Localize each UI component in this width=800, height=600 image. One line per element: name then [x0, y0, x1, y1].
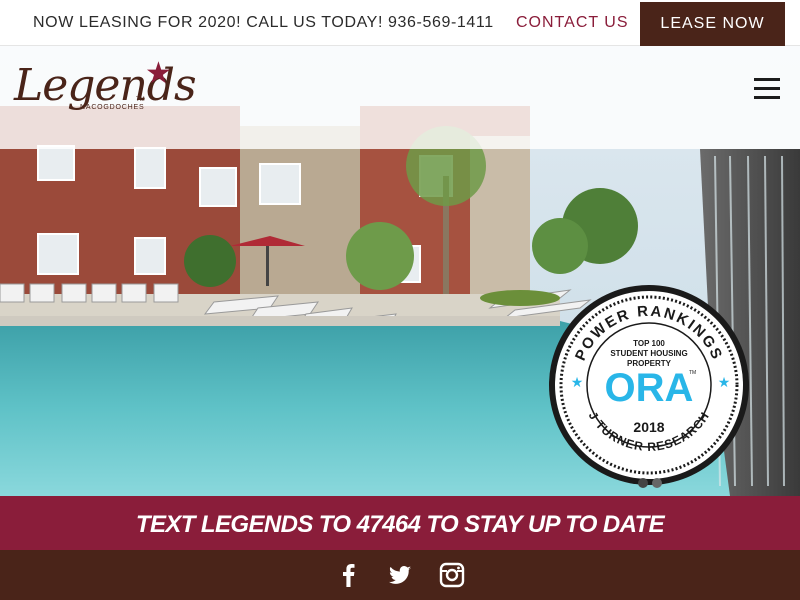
ora-power-rankings-badge: POWER RANKINGS J TURNER RESEARCH TOP 100…	[548, 284, 750, 486]
legends-logo[interactable]: Legends ★ TM NACOGDOCHES	[14, 57, 197, 134]
badge-star-right-icon: ★	[718, 374, 731, 390]
hamburger-icon[interactable]	[754, 77, 782, 101]
facebook-icon[interactable]	[336, 562, 362, 588]
text-signup-banner: TEXT LEGENDS TO 47464 TO STAY UP TO DATE	[0, 496, 800, 550]
badge-star-left-icon: ★	[571, 374, 584, 390]
top-bar: NOW LEASING FOR 2020! CALL US TODAY! 936…	[0, 0, 800, 46]
badge-line1: TOP 100	[633, 339, 665, 348]
instagram-icon[interactable]	[439, 562, 465, 588]
slider-dot[interactable]	[638, 478, 648, 488]
badge-brand-tm: TM	[689, 370, 696, 376]
badge-brand: ORA	[605, 366, 694, 410]
twitter-icon[interactable]	[387, 562, 413, 588]
badge-year: 2018	[633, 419, 664, 435]
logo-subtitle: NACOGDOCHES	[80, 104, 145, 111]
star-icon: ★	[145, 57, 172, 90]
badge-line2: STUDENT HOUSING	[610, 349, 687, 358]
promo-text: NOW LEASING FOR 2020! CALL US TODAY! 936…	[33, 14, 494, 31]
contact-us-link[interactable]: CONTACT US	[516, 14, 629, 32]
slider-dots	[638, 478, 664, 488]
slider-dot[interactable]	[652, 478, 662, 488]
text-signup-message: TEXT LEGENDS TO 47464 TO STAY UP TO DATE	[135, 511, 665, 538]
social-footer	[0, 550, 800, 600]
logo-trademark: TM	[136, 97, 145, 103]
lease-now-button[interactable]: LEASE NOW	[640, 2, 785, 46]
